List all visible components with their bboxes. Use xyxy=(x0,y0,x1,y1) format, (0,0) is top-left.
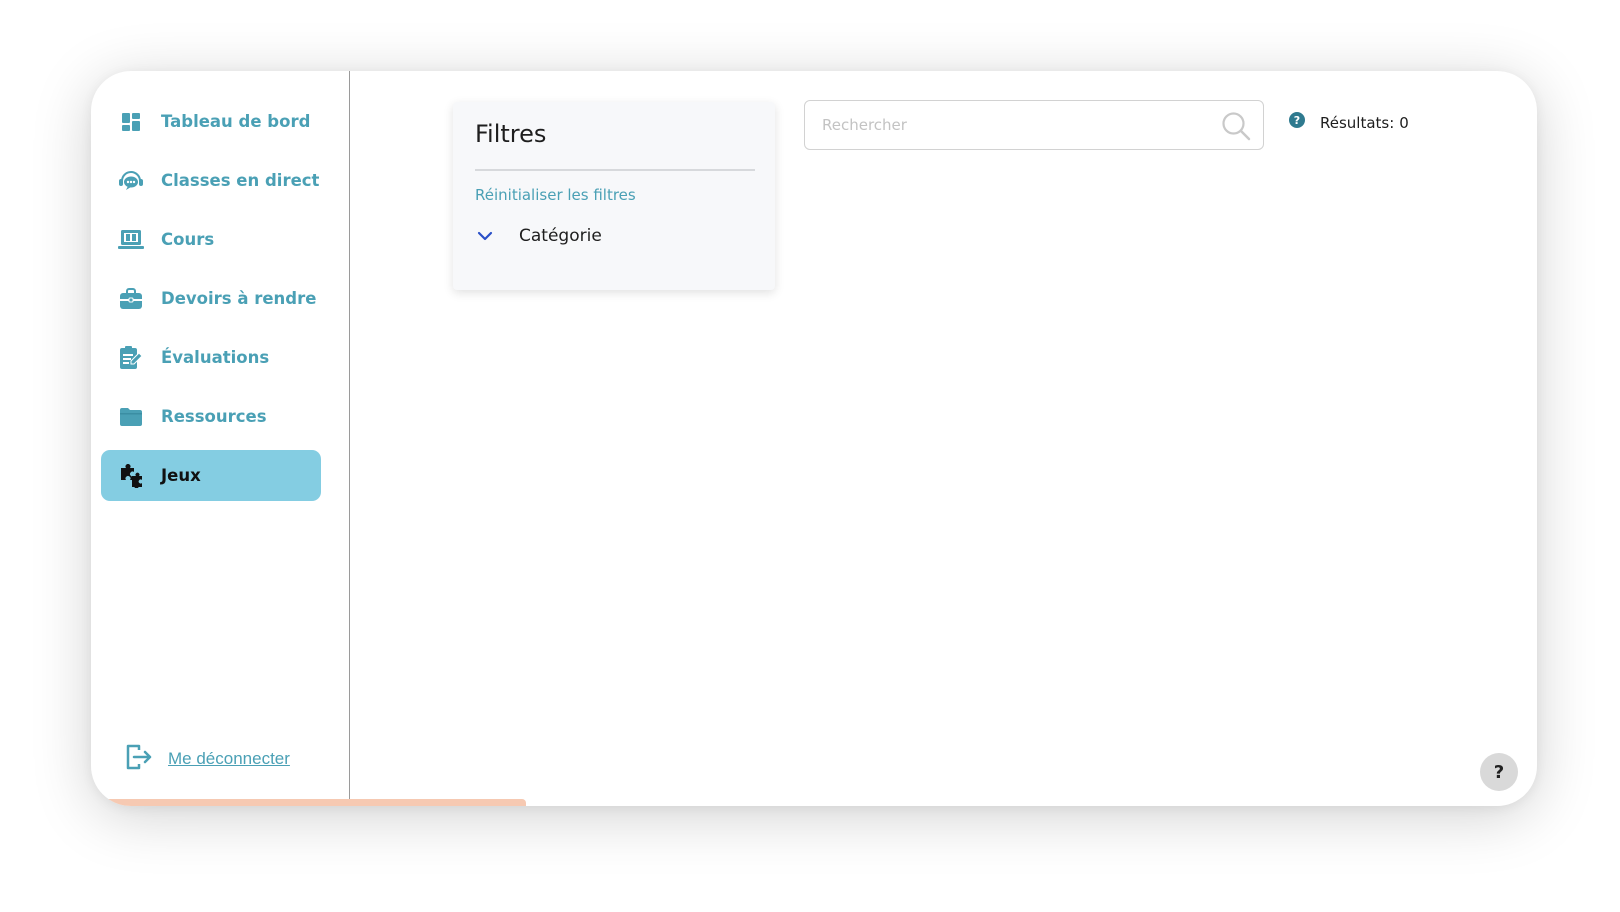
briefcase-icon xyxy=(118,286,144,312)
category-filter-label: Catégorie xyxy=(519,226,602,246)
search-icon[interactable] xyxy=(1221,111,1251,141)
sidebar-item-dashboard[interactable]: Tableau de bord xyxy=(101,96,321,147)
sidebar-item-label: Cours xyxy=(161,230,215,249)
folder-icon xyxy=(118,404,144,430)
results-count: 0 xyxy=(1399,114,1409,132)
question-circle-icon[interactable]: ? xyxy=(1289,112,1305,128)
notification-toast-edge xyxy=(101,799,526,806)
sidebar-item-label: Classes en direct xyxy=(161,171,320,190)
results-label: Résultats: xyxy=(1320,114,1395,132)
clipboard-pencil-icon xyxy=(118,345,144,371)
sidebar-item-courses[interactable]: Cours xyxy=(101,214,321,265)
filters-panel: Filtres Réinitialiser les filtres Catégo… xyxy=(453,102,775,290)
sidebar-item-label: Tableau de bord xyxy=(161,112,311,131)
dashboard-grid-icon xyxy=(118,109,144,135)
puzzle-pieces-icon xyxy=(118,463,144,489)
laptop-book-icon xyxy=(118,227,144,253)
headset-chat-icon xyxy=(118,168,144,194)
search-box xyxy=(804,100,1264,150)
sidebar-item-label: Jeux xyxy=(161,466,201,485)
results-text: Résultats: 0 xyxy=(1320,114,1409,132)
chevron-down-icon xyxy=(475,226,495,246)
sidebar-item-live-classes[interactable]: Classes en direct xyxy=(101,155,321,206)
results-summary: ? Résultats: 0 xyxy=(1289,112,1409,132)
filters-title: Filtres xyxy=(475,120,547,148)
sidebar-item-label: Devoirs à rendre xyxy=(161,289,317,308)
sidebar-item-evaluations[interactable]: Évaluations xyxy=(101,332,321,383)
logout-icon xyxy=(125,743,153,775)
category-filter-toggle[interactable]: Catégorie xyxy=(475,226,602,246)
sidebar: Tableau de bord Classes en direct Cours … xyxy=(91,71,526,806)
filters-divider xyxy=(475,169,755,171)
sidebar-item-label: Ressources xyxy=(161,407,267,426)
sidebar-item-label: Évaluations xyxy=(161,348,270,367)
search-input[interactable] xyxy=(805,101,1202,149)
sidebar-item-homework[interactable]: Devoirs à rendre xyxy=(101,273,321,324)
sidebar-item-games[interactable]: Jeux xyxy=(101,450,321,501)
sidebar-item-resources[interactable]: Ressources xyxy=(101,391,321,442)
screen: Tableau de bord Classes en direct Cours … xyxy=(0,0,1620,912)
reset-filters-link[interactable]: Réinitialiser les filtres xyxy=(475,186,636,204)
help-button[interactable]: ? xyxy=(1480,753,1518,791)
logout-link[interactable]: Me déconnecter xyxy=(125,743,290,775)
logout-label: Me déconnecter xyxy=(168,749,290,768)
app-window: Tableau de bord Classes en direct Cours … xyxy=(91,71,1537,806)
